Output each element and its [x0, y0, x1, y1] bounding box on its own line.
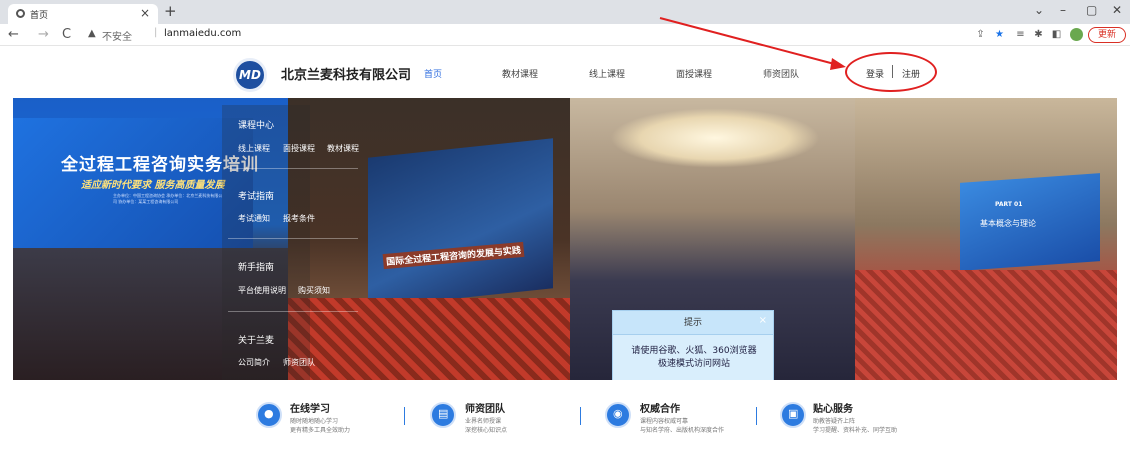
site-header: 北京兰麦科技有限公司 首页 教材课程 线上课程 面授课程 师资团队 登录 注册 [0, 46, 1130, 98]
slide4-subtitle: 基本概念与理论 [980, 219, 1036, 228]
tab-search-chevron-icon[interactable]: ⌄ [1034, 3, 1044, 17]
feature-service-desc2: 学习提醒、资料补充、同学互助 [813, 427, 898, 434]
url-separator: | [154, 27, 158, 38]
url-text[interactable]: lanmaiedu.com [164, 28, 241, 39]
dropdown-divider [228, 238, 358, 239]
document-icon: ▤ [430, 402, 456, 428]
forward-button[interactable]: → [38, 27, 49, 42]
dropdown-item-exam-requirements[interactable]: 报考条件 [283, 213, 315, 224]
banner-slide-stage: PART 01 基本概念与理论 [855, 98, 1117, 380]
dropdown-item-teachers[interactable]: 师资团队 [283, 357, 315, 368]
browser-tab[interactable]: 首页 × [8, 4, 158, 24]
feature-online-learning-desc1: 随时随地随心学习 [290, 418, 339, 425]
chandelier-light [610, 108, 820, 168]
feature-divider [756, 407, 757, 425]
company-name: 北京兰麦科技有限公司 [281, 68, 412, 83]
dropdown-group-courses[interactable]: 课程中心 [238, 118, 274, 131]
slide1-organizers: 主办单位：中国工程咨询协会 承办单位：北京兰麦科技有限公司 协办单位：某某工程咨… [113, 193, 223, 204]
feature-partnership-desc1: 课程内容权威可靠 [640, 418, 689, 425]
feature-online-learning-title[interactable]: 在线学习 [290, 400, 330, 415]
nav-textbook-courses[interactable]: 教材课程 [502, 67, 538, 80]
feature-service-desc1: 助教答疑齐上阵 [813, 418, 856, 425]
banner-carousel[interactable]: 全过程工程咨询实务培训 适应新时代要求 服务高质量发展 主办单位：中国工程咨询协… [13, 98, 1117, 380]
security-status[interactable]: 不安全 [102, 28, 132, 43]
dropdown-divider [228, 311, 358, 312]
dropdown-item-company-intro[interactable]: 公司简介 [238, 357, 270, 368]
dropdown-item-exam-notice[interactable]: 考试通知 [238, 213, 270, 224]
company-logo-icon[interactable] [233, 58, 267, 92]
dialog-close-icon[interactable]: × [759, 311, 767, 331]
dropdown-group-about[interactable]: 关于兰麦 [238, 333, 274, 346]
user-icon: ● [256, 402, 282, 428]
nav-online-courses[interactable]: 线上课程 [589, 67, 625, 80]
stage-floor [855, 270, 1117, 380]
window-close-button[interactable]: ✕ [1112, 3, 1122, 17]
feature-teachers-desc2: 深挖核心知识点 [465, 427, 508, 434]
dropdown-item-platform-guide[interactable]: 平台使用说明 [238, 285, 286, 296]
side-panel-icon[interactable]: ◧ [1051, 29, 1062, 40]
reload-button[interactable]: C [62, 27, 71, 42]
slide1-slogan: 适应新时代要求 服务高质量发展 [81, 180, 225, 191]
feature-service-title[interactable]: 贴心服务 [813, 400, 853, 415]
extensions-puzzle-icon[interactable]: ✱ [1033, 29, 1044, 40]
annotation-circle [845, 52, 937, 92]
browser-toolbar: ← → C ▲ 不安全 | lanmaiedu.com ⇪ ★ ≡ ✱ ◧ 更新 [0, 24, 1130, 46]
slide4-part-label: PART 01 [995, 201, 1023, 208]
address-bar[interactable]: ▲ 不安全 | lanmaiedu.com [88, 27, 968, 43]
dialog-message: 请使用谷歌、火狐、360浏览器极速模式访问网站 [631, 346, 757, 369]
feature-online-learning-desc2: 更有精多工具全效助力 [290, 427, 351, 434]
dialog-header: 提示 × [613, 311, 773, 335]
tab-title: 首页 [30, 11, 49, 21]
browser-tab-bar: 首页 × + ⌄ – ▢ ✕ [0, 0, 1130, 24]
feature-divider [580, 407, 581, 425]
window-restore-button[interactable]: ▢ [1086, 3, 1097, 17]
dropdown-item-online[interactable]: 线上课程 [238, 143, 270, 154]
nav-home[interactable]: 首页 [424, 67, 442, 80]
feature-teachers-title[interactable]: 师资团队 [465, 400, 505, 415]
feature-partnership-title[interactable]: 权威合作 [640, 400, 680, 415]
warning-icon: ▲ [88, 28, 96, 39]
banner-slide-lecture: 国际全过程工程咨询的发展与实践 [288, 98, 570, 380]
feature-partnership-desc2: 与知名学府、出版机构深度合作 [640, 427, 725, 434]
dropdown-item-purchase-notice[interactable]: 购买须知 [298, 285, 330, 296]
feature-divider [404, 407, 405, 425]
features-strip [0, 380, 1130, 457]
dropdown-group-exam[interactable]: 考试指南 [238, 189, 274, 202]
share-icon[interactable]: ⇪ [975, 29, 986, 40]
dropdown-divider [228, 168, 358, 169]
bookmark-star-icon[interactable]: ★ [994, 29, 1005, 40]
site-favicon-icon [16, 9, 25, 18]
window-minimize-button[interactable]: – [1060, 3, 1066, 17]
dialog-title: 提示 [683, 318, 702, 328]
dropdown-item-textbook[interactable]: 教材课程 [327, 143, 359, 154]
new-tab-button[interactable]: + [164, 2, 177, 20]
dropdown-item-offline[interactable]: 面授课程 [283, 143, 315, 154]
service-icon: ▣ [780, 402, 806, 428]
projection-screen [368, 138, 553, 308]
feature-teachers-desc1: 业界名师授课 [465, 418, 502, 425]
update-button[interactable]: 更新 [1088, 27, 1126, 43]
nav-offline-courses[interactable]: 面授课程 [676, 67, 712, 80]
dropdown-group-newbie[interactable]: 新手指南 [238, 260, 274, 273]
tab-close-icon[interactable]: × [140, 6, 150, 20]
nav-teachers[interactable]: 师资团队 [763, 67, 799, 80]
reading-list-icon[interactable]: ≡ [1015, 29, 1026, 40]
partner-icon: ◉ [605, 402, 631, 428]
back-button[interactable]: ← [8, 27, 19, 42]
profile-avatar[interactable] [1070, 28, 1083, 41]
